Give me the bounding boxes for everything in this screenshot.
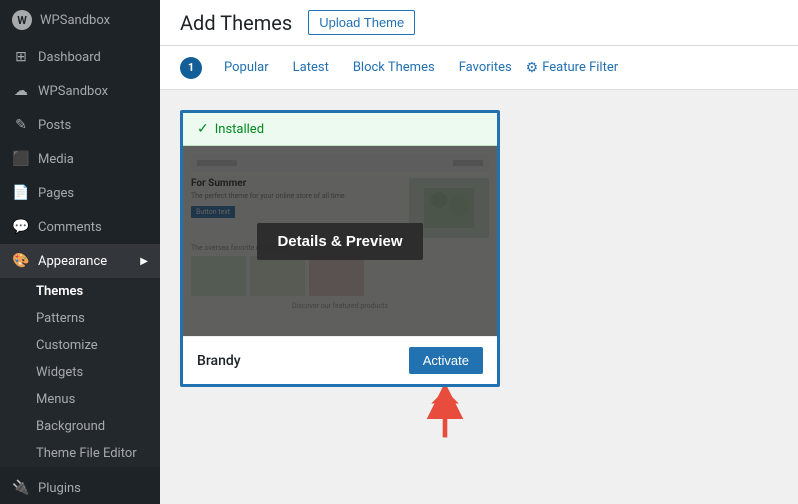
tab-favorites[interactable]: Favorites [449, 52, 522, 83]
tab-latest[interactable]: Latest [283, 52, 339, 83]
tab-block-themes[interactable]: Block Themes [343, 52, 445, 83]
check-icon: ✓ [197, 121, 209, 137]
red-arrow-svg [420, 387, 470, 442]
sidebar-item-dashboard[interactable]: ⊞ Dashboard [0, 40, 160, 74]
sidebar-item-posts[interactable]: ✎ Posts [0, 108, 160, 142]
wpsandbox-icon: ☁ [12, 82, 30, 100]
wp-icon: W [12, 10, 32, 30]
sidebar-item-label: Posts [38, 118, 71, 133]
upload-theme-button[interactable]: Upload Theme [308, 10, 415, 35]
sidebar-item-appearance[interactable]: 🎨 Appearance ▶ [0, 244, 160, 278]
dashboard-icon: ⊞ [12, 48, 30, 66]
pages-icon: 📄 [12, 184, 30, 202]
submenu-patterns-label: Patterns [36, 311, 85, 326]
sidebar-item-pages[interactable]: 📄 Pages [0, 176, 160, 210]
submenu-customize-label: Customize [36, 338, 98, 353]
appearance-submenu: Themes Patterns Customize Widgets Menus … [0, 278, 160, 467]
theme-card-brandy: ✓ Installed For Summer The perfect [180, 110, 500, 387]
installed-banner: ✓ Installed [183, 113, 497, 146]
tab-popular[interactable]: Popular [214, 52, 279, 83]
posts-icon: ✎ [12, 116, 30, 134]
sidebar-item-label: Comments [38, 220, 102, 235]
submenu-customize[interactable]: Customize [0, 332, 160, 359]
submenu-background[interactable]: Background [0, 413, 160, 440]
submenu-themes-label: Themes [36, 284, 83, 299]
theme-preview-overlay: Details & Preview [183, 146, 497, 336]
sidebar-item-wpsandbox[interactable]: ☁ WPSandbox [0, 74, 160, 108]
sidebar-item-label: WPSandbox [38, 84, 108, 99]
tabs-bar: 1 Popular Latest Block Themes Favorites … [160, 46, 798, 90]
submenu-patterns[interactable]: Patterns [0, 305, 160, 332]
page-title: Add Themes [180, 11, 292, 35]
sidebar-item-label: Dashboard [38, 50, 101, 65]
submenu-menus[interactable]: Menus [0, 386, 160, 413]
chevron-icon: ▶ [140, 256, 148, 267]
installed-label: Installed [215, 122, 264, 137]
submenu-widgets-label: Widgets [36, 365, 83, 380]
theme-card-footer: Brandy Activate [183, 336, 497, 384]
submenu-menus-label: Menus [36, 392, 75, 407]
appearance-icon: 🎨 [12, 252, 30, 270]
sidebar-item-media[interactable]: ⬛ Media [0, 142, 160, 176]
theme-name: Brandy [197, 353, 241, 369]
media-icon: ⬛ [12, 150, 30, 168]
gear-icon: ⚙ [526, 60, 539, 76]
submenu-theme-file-editor[interactable]: Theme File Editor [0, 440, 160, 467]
site-logo[interactable]: W WPSandbox [0, 0, 160, 40]
submenu-widgets[interactable]: Widgets [0, 359, 160, 386]
activate-button[interactable]: Activate [409, 347, 483, 374]
submenu-theme-file-editor-label: Theme File Editor [36, 446, 137, 461]
arrow-indicator [180, 387, 500, 447]
submenu-themes[interactable]: Themes [0, 278, 160, 305]
content-area: ✓ Installed For Summer The perfect [160, 90, 798, 504]
plugins-icon: 🔌 [12, 479, 30, 497]
site-name: WPSandbox [40, 13, 110, 28]
sidebar-item-label: Pages [38, 186, 74, 201]
details-preview-button[interactable]: Details & Preview [257, 223, 422, 260]
tab-feature-filter[interactable]: ⚙ Feature Filter [526, 60, 618, 76]
submenu-background-label: Background [36, 419, 105, 434]
theme-count-badge: 1 [180, 57, 202, 79]
sidebar: W WPSandbox ⊞ Dashboard ☁ WPSandbox ✎ Po… [0, 0, 160, 504]
sidebar-item-comments[interactable]: 💬 Comments [0, 210, 160, 244]
tab-feature-filter-label: Feature Filter [542, 60, 618, 75]
sidebar-item-label: Appearance [38, 254, 107, 269]
sidebar-item-label: Media [38, 152, 74, 167]
main-content: Add Themes Upload Theme 1 Popular Latest… [160, 0, 798, 504]
sidebar-item-label: Plugins [38, 481, 81, 496]
sidebar-item-plugins[interactable]: 🔌 Plugins [0, 471, 160, 504]
comments-icon: 💬 [12, 218, 30, 236]
theme-preview: For Summer The perfect theme for your on… [183, 146, 497, 336]
top-bar: Add Themes Upload Theme [160, 0, 798, 46]
